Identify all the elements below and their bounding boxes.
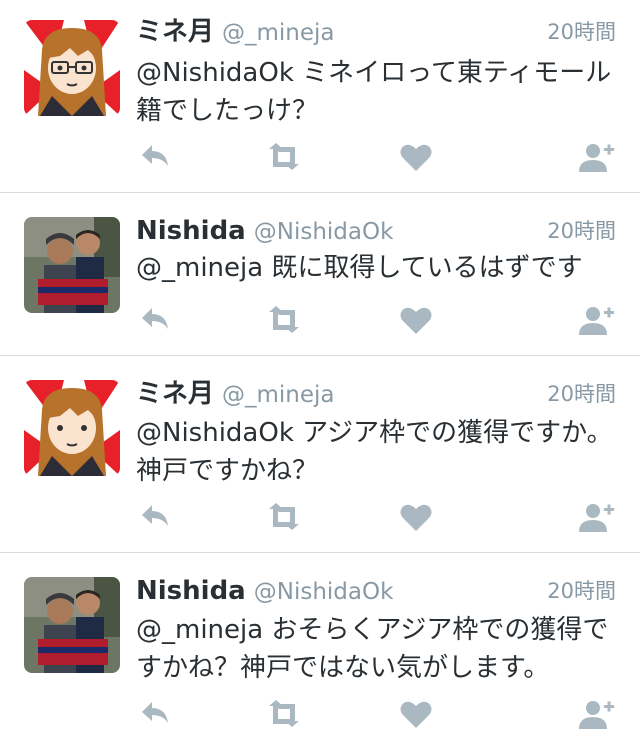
reply-icon[interactable]	[136, 697, 176, 731]
tweet-header: ミネ月 @_mineja 20時間	[136, 12, 616, 52]
tweet-actions	[136, 697, 620, 731]
tweet-header: Nishida @NishidaOk 20時間	[136, 211, 616, 251]
follow-icon[interactable]	[576, 303, 616, 337]
follow-icon[interactable]	[576, 500, 616, 534]
tweet-text: @NishidaOk ミネイロって東ティモール籍でしたっけ？	[136, 58, 612, 126]
timestamp[interactable]: 20時間	[547, 571, 616, 611]
timestamp[interactable]: 20時間	[547, 374, 616, 414]
like-icon[interactable]	[396, 697, 436, 731]
like-icon[interactable]	[396, 500, 436, 534]
avatar[interactable]	[24, 577, 120, 673]
tweet-actions	[136, 140, 620, 174]
like-icon[interactable]	[396, 303, 436, 337]
user-handle[interactable]: @NishidaOk	[254, 579, 394, 605]
follow-icon[interactable]	[576, 140, 616, 174]
tweet-header: Nishida @NishidaOk 20時間	[136, 571, 616, 611]
display-name[interactable]: ミネ月	[136, 379, 214, 409]
user-handle[interactable]: @NishidaOk	[254, 219, 394, 245]
timestamp[interactable]: 20時間	[547, 12, 616, 52]
reply-icon[interactable]	[136, 140, 176, 174]
retweet-icon[interactable]	[264, 500, 304, 534]
tweet[interactable]: Nishida @NishidaOk 20時間 @_mineja 既に取得している…	[0, 211, 640, 355]
display-name[interactable]: Nishida	[136, 216, 246, 246]
user-handle[interactable]: @_mineja	[222, 20, 335, 46]
avatar[interactable]	[24, 20, 120, 116]
reply-icon[interactable]	[136, 500, 176, 534]
tweet-actions	[136, 303, 620, 337]
avatar[interactable]	[24, 217, 120, 313]
retweet-icon[interactable]	[264, 697, 304, 731]
tweet[interactable]: ミネ月 @_mineja 20時間 @NishidaOk アジア枠での獲得ですか。…	[0, 374, 640, 552]
tweet-text: @_mineja おそらくアジア枠での獲得ですかね？神戸ではない気がします。	[136, 615, 609, 683]
follow-icon[interactable]	[576, 697, 616, 731]
like-icon[interactable]	[396, 140, 436, 174]
reply-icon[interactable]	[136, 303, 176, 337]
separator	[0, 552, 640, 553]
tweet[interactable]: Nishida @NishidaOk 20時間 @_mineja おそらくアジア枠…	[0, 571, 640, 729]
tweet-text: @NishidaOk アジア枠での獲得ですか。神戸ですかね？	[136, 418, 613, 486]
user-handle[interactable]: @_mineja	[222, 382, 335, 408]
tweet-text: @_mineja 既に取得しているはずです	[136, 253, 583, 283]
retweet-icon[interactable]	[264, 140, 304, 174]
avatar[interactable]	[24, 380, 120, 476]
tweet-header: ミネ月 @_mineja 20時間	[136, 374, 616, 414]
tweet[interactable]: ミネ月 @_mineja 20時間 @NishidaOk ミネイロって東ティモール…	[0, 12, 640, 192]
display-name[interactable]: Nishida	[136, 576, 246, 606]
separator	[0, 355, 640, 356]
timestamp[interactable]: 20時間	[547, 211, 616, 251]
retweet-icon[interactable]	[264, 303, 304, 337]
tweet-actions	[136, 500, 620, 534]
display-name[interactable]: ミネ月	[136, 17, 214, 47]
separator	[0, 192, 640, 193]
